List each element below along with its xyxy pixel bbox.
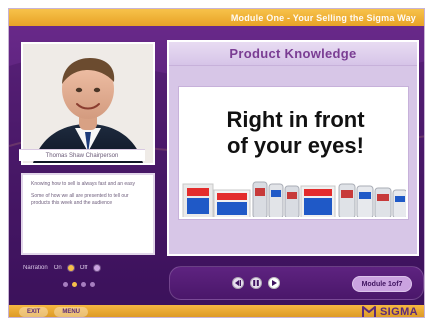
module-indicator-button[interactable]: Module 1of7	[352, 276, 412, 292]
notes-paragraph-2: Some of how we all are presented to tell…	[31, 193, 129, 206]
product-box	[300, 185, 336, 217]
pause-icon	[253, 280, 259, 286]
paint-can	[284, 185, 300, 217]
audio-on-toggle[interactable]	[67, 265, 74, 271]
rewind-button[interactable]	[232, 277, 244, 289]
pause-button[interactable]	[250, 277, 262, 289]
presenter-panel	[21, 42, 155, 165]
progress-pip-active	[72, 281, 77, 287]
app-window: Module One - Your Selling the Sigma Way	[8, 8, 425, 318]
notes-paragraph-1: Knowing how to sell is always fast and a…	[31, 181, 135, 187]
window-title: Module One - Your Selling the Sigma Way	[230, 12, 416, 23]
play-button[interactable]	[268, 277, 280, 289]
brand-logo: SIGMA	[361, 305, 418, 318]
sigma-logo-icon	[361, 306, 376, 317]
audio-controls: Narration On Off	[23, 261, 163, 275]
presenter-notes: Knowing how to sell is always fast and a…	[21, 173, 155, 255]
footer: EXIT MENU SIGMA	[9, 305, 424, 318]
product-box	[182, 183, 214, 217]
brand-name: SIGMA	[379, 306, 418, 318]
progress-pip	[90, 281, 95, 287]
slide-progress	[63, 279, 117, 289]
top-bar: Module One - Your Selling the Sigma Way	[9, 9, 424, 26]
product-lineup-image	[181, 174, 406, 217]
paint-can	[356, 185, 374, 217]
audio-on-label: On	[53, 265, 62, 271]
progress-pip	[81, 281, 86, 287]
menu-button[interactable]: MENU	[54, 307, 89, 317]
footer-buttons: EXIT MENU	[19, 307, 89, 317]
slide-headline: Right in front of your eyes!	[226, 107, 365, 158]
content-panel: Product Knowledge Right in front of your…	[167, 40, 419, 256]
progress-pip	[63, 281, 68, 287]
section-title: Product Knowledge	[169, 42, 417, 66]
exit-button[interactable]: EXIT	[19, 307, 49, 317]
presenter-portrait	[23, 44, 153, 163]
presenter-caption: Thomas Shaw Chairperson	[19, 149, 145, 161]
audio-label: Narration	[23, 265, 48, 271]
paint-can	[268, 183, 284, 217]
paint-can	[252, 181, 268, 217]
slide-preview: Right in front of your eyes!	[179, 87, 408, 219]
product-box	[213, 189, 251, 217]
paint-can	[338, 183, 356, 217]
audio-off-label: Off	[79, 265, 88, 271]
presenter-photo	[23, 44, 153, 163]
playback-buttons	[232, 275, 288, 291]
audio-off-toggle[interactable]	[93, 265, 100, 271]
playback-controls: Module 1of7	[169, 266, 424, 300]
play-icon	[272, 280, 277, 286]
paint-can	[392, 189, 406, 217]
rewind-icon	[235, 280, 241, 286]
paint-can	[374, 187, 392, 217]
